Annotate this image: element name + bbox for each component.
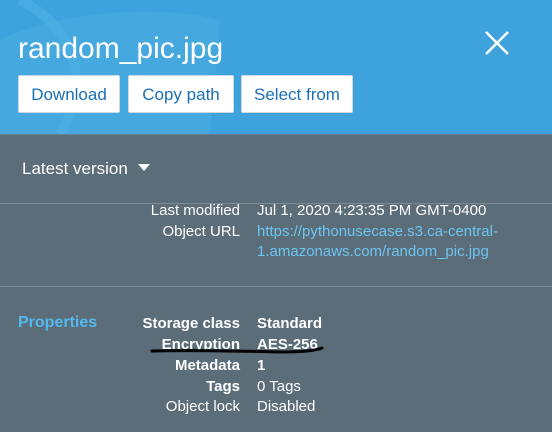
section-divider: [0, 286, 552, 287]
caret-down-icon: [137, 164, 150, 172]
last-modified-label: Last modified: [150, 202, 240, 219]
select-from-button[interactable]: Select from: [241, 75, 353, 113]
object-url-link[interactable]: https://pythonusecase.s3.ca-central- 1.a…: [257, 222, 498, 262]
storage-class-value: Standard: [257, 315, 323, 332]
object-url-label: Object URL: [162, 223, 240, 240]
object-header: random_pic.jpg Download Copy path Select…: [0, 0, 552, 134]
version-dropdown[interactable]: Latest version: [22, 158, 150, 180]
properties-section-label: Properties: [18, 314, 98, 331]
header-divider: [0, 134, 552, 135]
object-lock-label: Object lock: [165, 398, 240, 415]
tags-value: 0 Tags: [257, 378, 301, 395]
object-title: random_pic.jpg: [18, 32, 224, 65]
close-icon[interactable]: [482, 28, 512, 58]
download-button[interactable]: Download: [18, 75, 120, 113]
version-dropdown-label: Latest version: [22, 159, 128, 178]
object-url-line2: 1.amazonaws.com/random_pic.jpg: [257, 243, 489, 260]
metadata-label: Metadata: [174, 357, 240, 374]
storage-class-label: Storage class: [142, 315, 240, 332]
object-lock-value: Disabled: [257, 398, 316, 415]
metadata-value: 1: [257, 357, 266, 374]
last-modified-value: Jul 1, 2020 4:23:35 PM GMT-0400: [257, 202, 487, 219]
object-url-line1: https://pythonusecase.s3.ca-central-: [257, 223, 498, 240]
copy-path-button[interactable]: Copy path: [128, 75, 234, 113]
tags-label: Tags: [206, 378, 240, 395]
